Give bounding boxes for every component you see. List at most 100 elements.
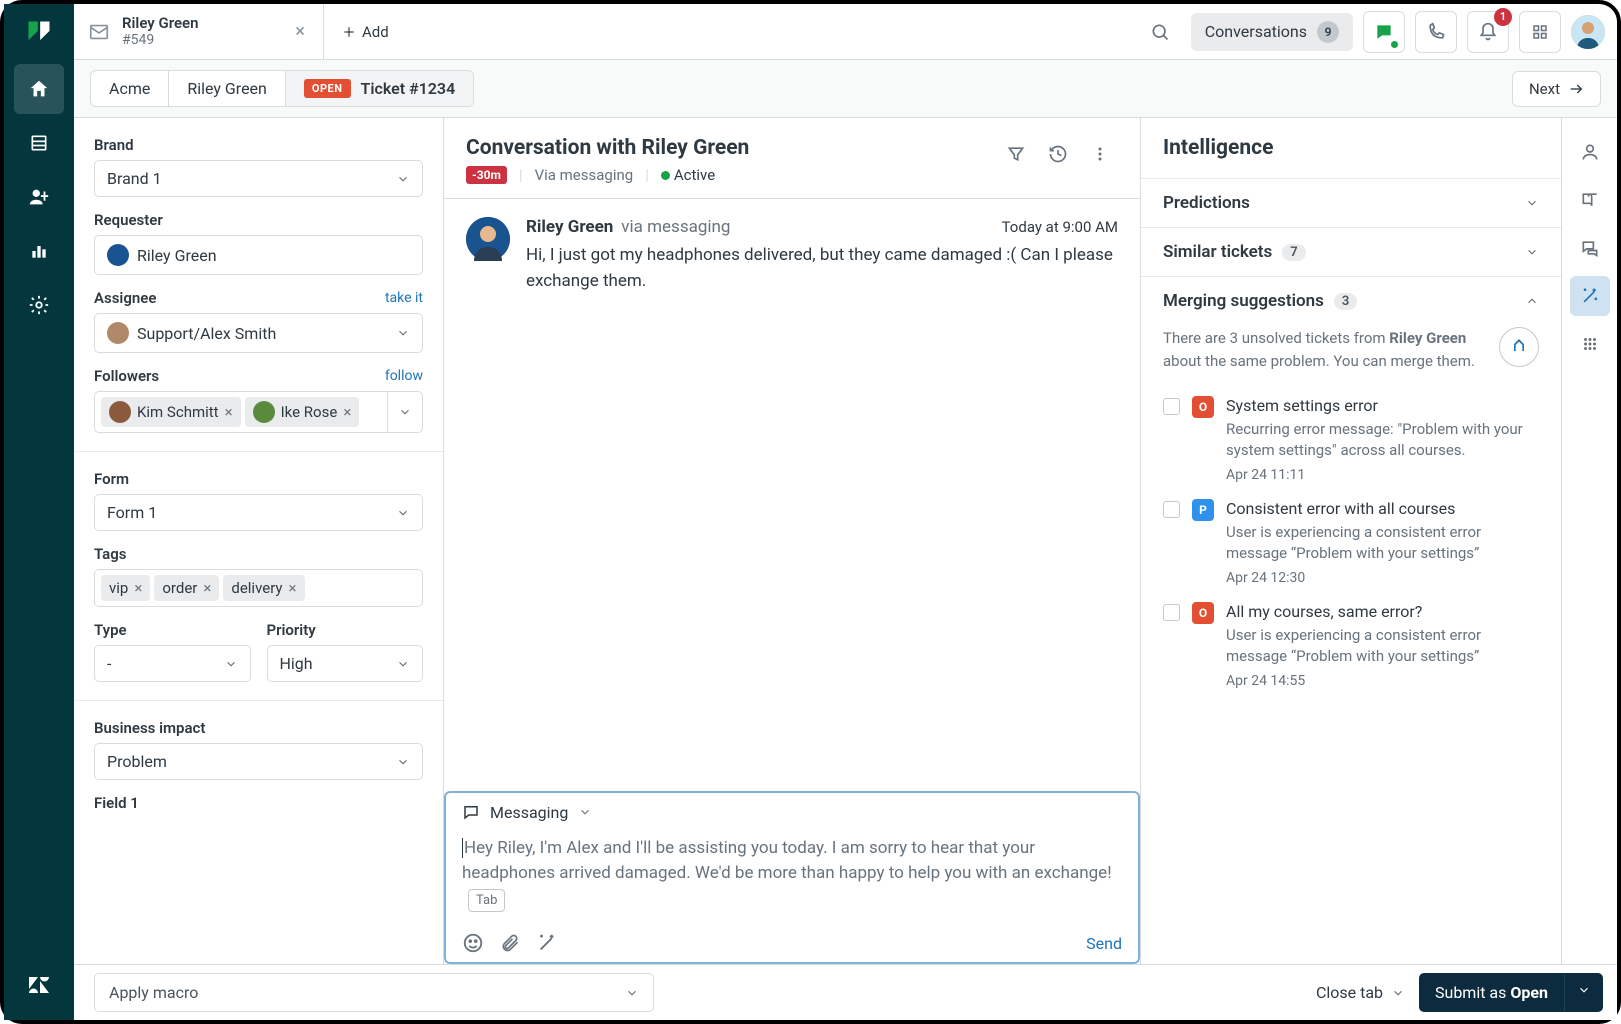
priority-select[interactable]: High	[267, 645, 424, 682]
talk-status-button[interactable]	[1363, 11, 1405, 53]
chevron-down-icon	[224, 657, 238, 671]
close-tab-button[interactable]: Close tab	[1316, 983, 1405, 1002]
user-avatar[interactable]	[1571, 15, 1605, 49]
similar-tickets-toggle[interactable]: Similar tickets 7	[1141, 228, 1561, 276]
follow-link[interactable]: follow	[385, 368, 423, 384]
status-badge: O	[1192, 602, 1214, 624]
breadcrumb-bar: Acme Riley Green OPEN Ticket #1234 Next	[74, 60, 1617, 118]
intelligence-context-button[interactable]	[1570, 276, 1610, 316]
zendesk-icon[interactable]	[14, 960, 64, 1010]
more-button[interactable]	[1082, 136, 1118, 172]
attachment-button[interactable]	[500, 932, 520, 954]
knowledge-button[interactable]	[1570, 180, 1610, 220]
suggestion-desc: User is experiencing a consistent error …	[1226, 522, 1539, 564]
breadcrumb-org[interactable]: Acme	[91, 71, 168, 106]
priority-value: High	[280, 654, 313, 673]
sla-badge: -30m	[466, 166, 507, 184]
take-it-link[interactable]: take it	[385, 290, 423, 306]
business-impact-label: Business impact	[94, 719, 423, 737]
form-select[interactable]: Form 1	[94, 494, 423, 531]
close-tab-x-icon[interactable]: ×	[291, 17, 309, 46]
tags-label: Tags	[94, 545, 423, 563]
conversations-button[interactable]: Conversations 9	[1191, 13, 1353, 51]
tags-field[interactable]: vip× order × delivery×	[94, 569, 423, 607]
suggestion-title[interactable]: Consistent error with all courses	[1226, 499, 1539, 518]
tag-chip[interactable]: delivery×	[223, 575, 304, 601]
avatar-icon	[107, 322, 129, 344]
merging-toggle[interactable]: Merging suggestions 3	[1141, 277, 1561, 325]
followers-dropdown[interactable]	[387, 391, 423, 433]
status-badge-open: OPEN	[304, 79, 351, 98]
predictions-section: Predictions	[1141, 179, 1561, 228]
chevron-down-icon	[1525, 196, 1539, 210]
remove-icon[interactable]: ×	[289, 579, 297, 597]
composer-channel-select[interactable]: Messaging	[446, 793, 1138, 832]
follower-chip[interactable]: Ike Rose×	[245, 397, 360, 427]
predictions-toggle[interactable]: Predictions	[1141, 179, 1561, 227]
add-tab-button[interactable]: Add	[324, 4, 407, 59]
nav-views[interactable]	[14, 118, 64, 168]
search-button[interactable]	[1139, 11, 1181, 53]
suggestion-title[interactable]: System settings error	[1226, 396, 1539, 415]
emoji-button[interactable]	[462, 932, 484, 954]
notification-badge: 1	[1494, 8, 1512, 26]
send-button[interactable]: Send	[1086, 934, 1122, 953]
business-impact-value: Problem	[107, 752, 167, 771]
tag-chip[interactable]: order ×	[154, 575, 219, 601]
ticket-tab[interactable]: Riley Green #549 ×	[74, 4, 324, 59]
tab-subtitle: #549	[122, 32, 279, 49]
apps-button[interactable]	[1519, 11, 1561, 53]
business-impact-select[interactable]: Problem	[94, 743, 423, 780]
type-label: Type	[94, 621, 251, 639]
submit-dropdown[interactable]	[1564, 973, 1603, 1012]
assignee-select[interactable]: Support/Alex Smith	[94, 313, 423, 353]
merge-button[interactable]	[1499, 327, 1539, 367]
chevron-down-icon	[396, 506, 410, 520]
phone-button[interactable]	[1415, 11, 1457, 53]
composer-input[interactable]: Hey Riley, I'm Alex and I'll be assistin…	[446, 832, 1138, 925]
suggestion-checkbox[interactable]	[1163, 604, 1180, 621]
status-badge: O	[1192, 396, 1214, 418]
suggestion-checkbox[interactable]	[1163, 501, 1180, 518]
message-text: Hi, I just got my headphones delivered, …	[526, 243, 1118, 294]
remove-icon[interactable]: ×	[134, 579, 142, 597]
nav-admin[interactable]	[14, 280, 64, 330]
via-channel: Via messaging	[535, 166, 634, 184]
notifications-button[interactable]: 1	[1467, 11, 1509, 53]
magic-wand-button[interactable]	[536, 932, 558, 954]
conversations-context-button[interactable]	[1570, 228, 1610, 268]
followers-field[interactable]: Kim Schmitt× Ike Rose×	[94, 391, 423, 433]
chevron-down-icon	[1391, 986, 1405, 1000]
suggestion-title[interactable]: All my courses, same error?	[1226, 602, 1539, 621]
submit-button[interactable]: Submit as Open	[1419, 973, 1564, 1012]
user-context-button[interactable]	[1570, 132, 1610, 172]
nav-customers[interactable]	[14, 172, 64, 222]
suggestion-date: Apr 24 11:11	[1226, 467, 1539, 483]
history-button[interactable]	[1040, 136, 1076, 172]
suggestion-checkbox[interactable]	[1163, 398, 1180, 415]
tag-chip[interactable]: vip×	[101, 575, 150, 601]
filter-button[interactable]	[998, 136, 1034, 172]
nav-reporting[interactable]	[14, 226, 64, 276]
priority-label: Priority	[267, 621, 424, 639]
type-value: -	[107, 654, 111, 673]
type-select[interactable]: -	[94, 645, 251, 682]
requester-field[interactable]: Riley Green	[94, 235, 423, 275]
follower-chip[interactable]: Kim Schmitt×	[101, 397, 241, 427]
remove-icon[interactable]: ×	[343, 403, 351, 421]
breadcrumb-person[interactable]: Riley Green	[168, 71, 285, 106]
brand-label: Brand	[94, 136, 423, 154]
remove-icon[interactable]: ×	[203, 579, 211, 597]
suggestion-desc: Recurring error message: "Problem with y…	[1226, 419, 1539, 461]
apply-macro-select[interactable]: Apply macro	[94, 973, 654, 1012]
avatar-icon	[253, 401, 275, 423]
breadcrumb-ticket[interactable]: OPEN Ticket #1234	[285, 71, 473, 106]
brand-select[interactable]: Brand 1	[94, 160, 423, 197]
tag-name: order	[162, 579, 197, 597]
apps-grid-button[interactable]	[1570, 324, 1610, 364]
remove-icon[interactable]: ×	[225, 403, 233, 421]
chevron-down-icon	[1577, 983, 1591, 997]
chevron-down-icon	[396, 172, 410, 186]
next-button[interactable]: Next	[1512, 71, 1601, 107]
nav-home[interactable]	[14, 64, 64, 114]
